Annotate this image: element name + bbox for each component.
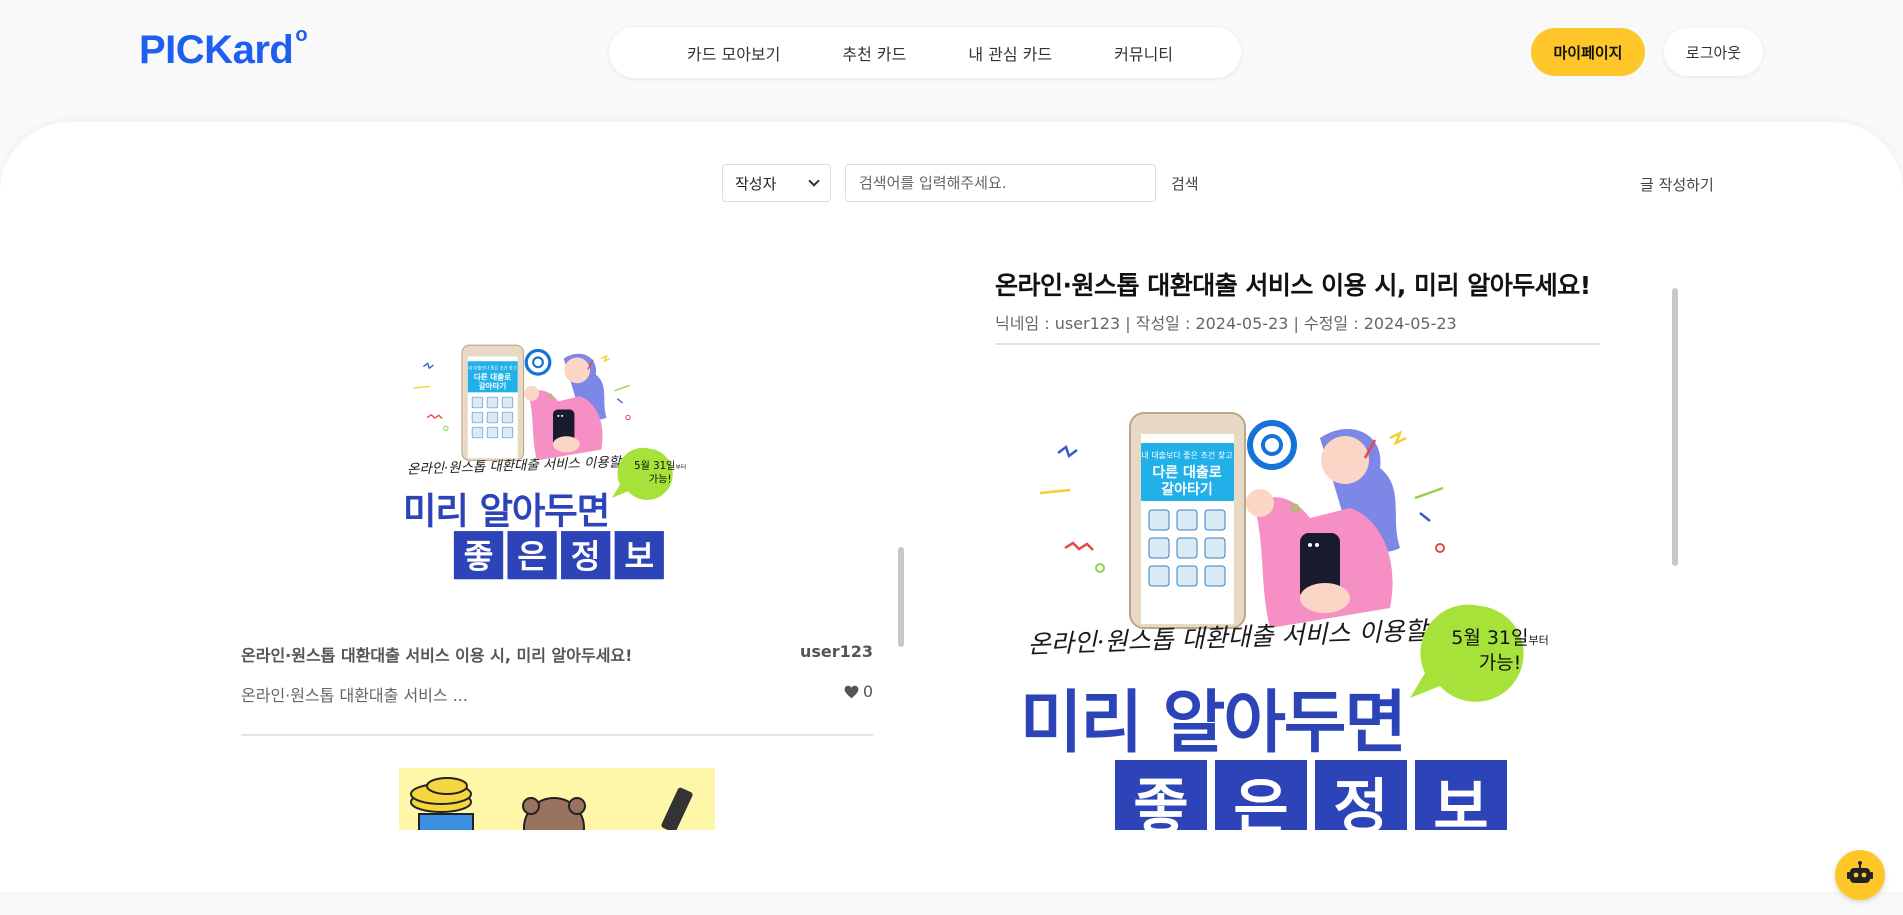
search-button[interactable]: 검색: [1171, 173, 1199, 194]
nav-item-card-collection[interactable]: 카드 모아보기: [687, 41, 780, 65]
post-thumbnail[interactable]: [401, 305, 705, 605]
detail-image: [1020, 398, 1580, 830]
post-summary: 온라인·원스톱 대환대출 서비스 ...: [241, 686, 468, 705]
post-detail: 온라인·원스톱 대환대출 서비스 이용 시, 미리 알아두세요! 닉네임 : u…: [995, 258, 1600, 830]
mypage-button[interactable]: 마이페이지: [1531, 28, 1645, 76]
post-author: user123: [799, 642, 873, 661]
like-count-value: 0: [862, 682, 873, 701]
logout-button[interactable]: 로그아웃: [1664, 28, 1763, 76]
like-count[interactable]: 0: [844, 682, 873, 701]
search-bar: 작성자 검색: [722, 164, 1199, 202]
robot-icon: [1847, 861, 1873, 883]
detail-scrollbar[interactable]: [1672, 288, 1678, 566]
post-title[interactable]: 온라인·원스톱 대환대출 서비스 이용 시, 미리 알아두세요!: [241, 642, 632, 666]
chevron-down-icon: [808, 175, 820, 187]
post-list: 온라인·원스톱 대환대출 서비스 이용 시, 미리 알아두세요! user123…: [241, 250, 873, 830]
detail-meta: 닉네임 : user123 | 작성일 : 2024-05-23 | 수정일 :…: [995, 314, 1457, 333]
chatbot-button[interactable]: [1835, 850, 1885, 900]
post-thumbnail-next[interactable]: [399, 768, 715, 830]
write-post-button[interactable]: 글 작성하기: [1640, 174, 1714, 195]
detail-divider: [995, 343, 1600, 345]
campaign-poster-thumb: [401, 335, 705, 581]
nav-item-favorites[interactable]: 내 관심 카드: [968, 41, 1052, 65]
main-nav: 카드 모아보기 추천 카드 내 관심 카드 커뮤니티: [609, 27, 1241, 78]
detail-title: 온라인·원스톱 대환대출 서비스 이용 시, 미리 알아두세요!: [995, 271, 1591, 300]
header: PICKard o 카드 모아보기 추천 카드 내 관심 카드 커뮤니티 마이페이…: [0, 0, 1903, 110]
heart-icon: [844, 685, 859, 698]
list-divider: [241, 734, 873, 736]
nav-item-recommended[interactable]: 추천 카드: [842, 41, 906, 65]
search-input[interactable]: [845, 164, 1156, 202]
logo[interactable]: PICKard o: [139, 24, 308, 73]
campaign-poster: [1020, 398, 1580, 830]
coin-illustration: [410, 777, 693, 830]
search-filter-select[interactable]: 작성자: [722, 164, 831, 202]
search-filter-value: 작성자: [735, 174, 777, 193]
logo-mark: o: [295, 23, 308, 46]
nav-item-community[interactable]: 커뮤니티: [1114, 41, 1173, 65]
list-scrollbar[interactable]: [898, 547, 904, 647]
